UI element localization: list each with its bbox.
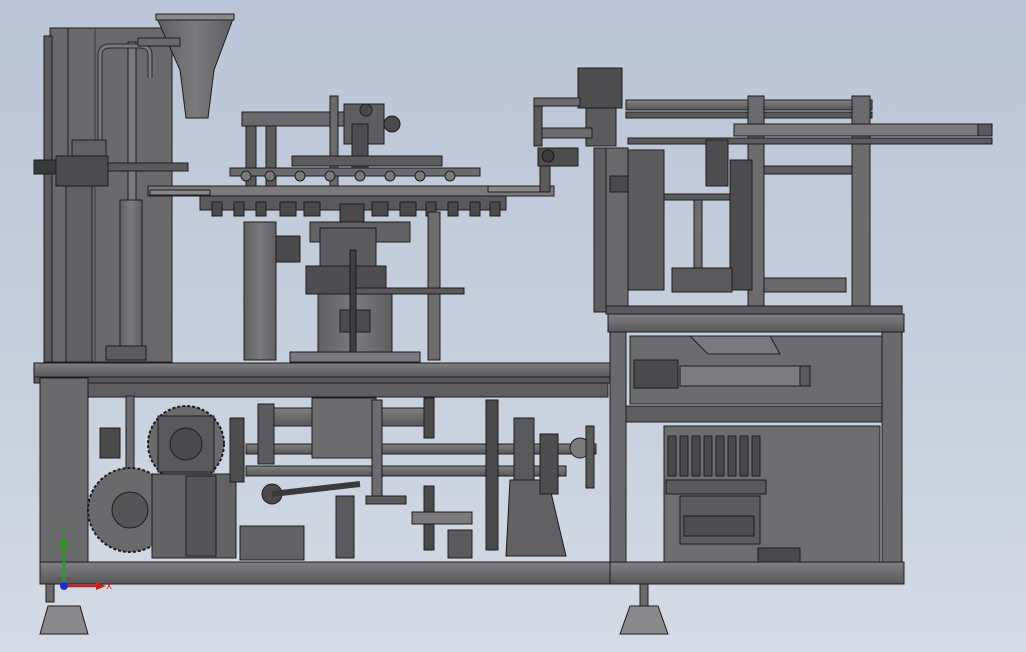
right-lower-cabinet <box>607 313 905 635</box>
y-axis-label: Y <box>60 527 67 537</box>
cad-viewport[interactable]: Y X <box>0 0 1026 652</box>
upper-deck-beam <box>33 362 613 378</box>
lower-drive-section <box>39 377 611 635</box>
rotary-turret <box>147 95 555 363</box>
machine-model-view[interactable]: Y X <box>0 0 1026 652</box>
right-upper-assembly <box>533 67 993 315</box>
x-axis-label: X <box>106 582 112 592</box>
z-axis-dot <box>60 582 68 590</box>
